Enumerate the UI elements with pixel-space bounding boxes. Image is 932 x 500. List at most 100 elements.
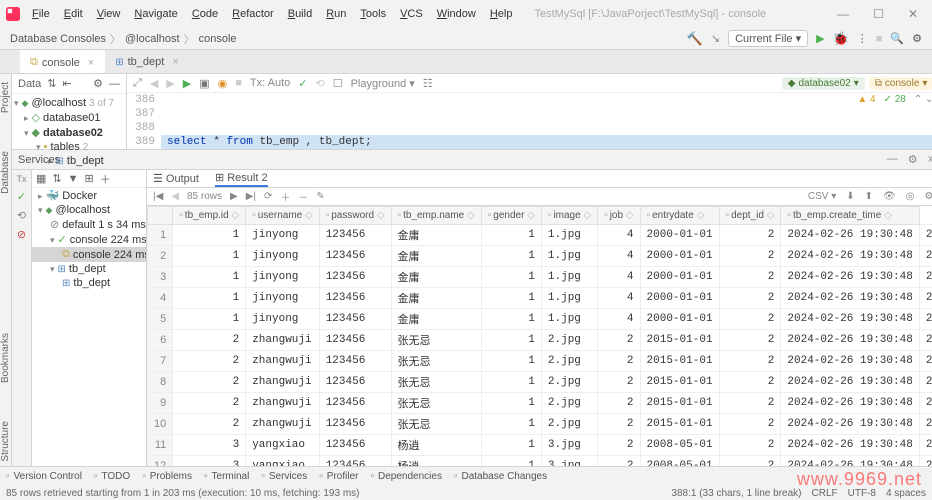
- table-row[interactable]: 82zhangwuji123456张无忌12.jpg22015-01-01220…: [148, 372, 932, 393]
- breadcrumb[interactable]: Database Consoles: [10, 33, 106, 45]
- status-indicator[interactable]: 388:1 (33 chars, 1 line break): [671, 488, 801, 499]
- column-header[interactable]: ▫image ◇: [541, 207, 597, 225]
- settings-icon[interactable]: ⚙: [912, 32, 922, 45]
- search-icon[interactable]: 🔍: [890, 32, 904, 45]
- column-header[interactable]: ▫tb_emp.id ◇: [173, 207, 246, 225]
- table-row[interactable]: 51jinyong123456金庸11.jpg42000-01-0122024-…: [148, 309, 932, 330]
- column-header[interactable]: ▫username ◇: [246, 207, 320, 225]
- tab-tb-dept[interactable]: tb_dept ×: [105, 50, 190, 73]
- menu-edit[interactable]: Edit: [58, 5, 89, 23]
- settings-icon[interactable]: ☷: [423, 77, 433, 90]
- first-page-icon[interactable]: |◀: [153, 191, 163, 202]
- tx-mode[interactable]: Tx: Auto: [250, 77, 290, 89]
- collapse-all-icon[interactable]: ⇅: [52, 172, 61, 185]
- collapse-icon[interactable]: ⇤: [62, 77, 71, 90]
- group-icon[interactable]: ⊞: [85, 172, 94, 185]
- next-page-icon[interactable]: ▶: [230, 191, 238, 202]
- export-format[interactable]: CSV ▾: [808, 191, 836, 202]
- toolwindow-version-control[interactable]: ▫ Version Control: [6, 471, 82, 482]
- pin-icon[interactable]: ◎: [906, 191, 915, 202]
- settings-icon[interactable]: ⚙: [924, 191, 932, 202]
- table-row[interactable]: 113yangxiao123456杨逍13.jpg22008-05-012202…: [148, 435, 932, 456]
- column-header[interactable]: ▫gender ◇: [481, 207, 541, 225]
- run-config-dropdown[interactable]: Current File ▾: [728, 30, 808, 47]
- editor-content[interactable]: select * from tb_emp , tb_dept;: [161, 93, 932, 149]
- last-page-icon[interactable]: ▶|: [246, 191, 256, 202]
- prev-icon[interactable]: ◀: [150, 77, 158, 90]
- gear-icon[interactable]: ⚙: [93, 77, 103, 90]
- menu-window[interactable]: Window: [431, 5, 482, 23]
- table-row[interactable]: 62zhangwuji123456张无忌12.jpg22015-01-01220…: [148, 330, 932, 351]
- maximize-button[interactable]: ☐: [865, 3, 892, 25]
- menu-run[interactable]: Run: [320, 5, 352, 23]
- next-icon[interactable]: ▶: [166, 77, 174, 90]
- menu-view[interactable]: View: [91, 5, 127, 23]
- toolwindow-database-changes[interactable]: ▫ Database Changes: [454, 471, 547, 482]
- filter-icon[interactable]: ▼: [68, 173, 79, 185]
- status-indicator[interactable]: CRLF: [812, 488, 838, 499]
- prev-page-icon[interactable]: ◀: [171, 191, 179, 202]
- execute-script-button[interactable]: ▣: [199, 77, 209, 90]
- stop-button[interactable]: ■: [876, 33, 883, 45]
- add-row-icon[interactable]: ＋: [280, 189, 290, 204]
- toolwindow-problems[interactable]: ▫ Problems: [142, 471, 192, 482]
- table-row[interactable]: 21jinyong123456金庸11.jpg42000-01-0122024-…: [148, 246, 932, 267]
- table-row[interactable]: 102zhangwuji123456张无忌12.jpg22015-01-0122…: [148, 414, 932, 435]
- more-icon[interactable]: ⋮: [857, 32, 868, 45]
- result-tab[interactable]: ⊞ Result 2: [215, 171, 268, 187]
- breadcrumb[interactable]: @localhost: [125, 33, 180, 45]
- toolwindow-terminal[interactable]: ▫ Terminal: [204, 471, 249, 482]
- delete-row-icon[interactable]: －: [298, 189, 308, 204]
- explain-plan-button[interactable]: ◉: [218, 77, 228, 90]
- rollback-icon[interactable]: ⟲: [17, 209, 26, 222]
- run-button[interactable]: ▶: [816, 32, 824, 45]
- result-grid[interactable]: ▫tb_emp.id ◇▫username ◇▫password ◇▫tb_em…: [147, 206, 932, 466]
- status-indicator[interactable]: 4 spaces: [886, 488, 926, 499]
- add-icon[interactable]: ＋: [100, 171, 111, 187]
- toolwindow-profiler[interactable]: ▫ Profiler: [319, 471, 358, 482]
- edit-icon[interactable]: ✎: [316, 191, 324, 202]
- column-header[interactable]: ▫entrydate ◇: [640, 207, 719, 225]
- debug-button[interactable]: 🐞: [833, 31, 849, 47]
- download-icon[interactable]: ⬇: [846, 191, 854, 202]
- toolwindow-services[interactable]: ▫ Services: [261, 471, 307, 482]
- column-header[interactable]: ▫password ◇: [319, 207, 391, 225]
- expand-all-icon[interactable]: ▦: [36, 172, 46, 185]
- commit-icon[interactable]: ✓: [17, 190, 26, 203]
- gear-icon[interactable]: ⚙: [908, 153, 918, 166]
- toolwindow-todo[interactable]: ▫ TODO: [94, 471, 130, 482]
- breadcrumb[interactable]: console: [199, 33, 237, 45]
- menu-code[interactable]: Code: [186, 5, 224, 23]
- table-row[interactable]: 31jinyong123456金庸11.jpg42000-01-0122024-…: [148, 267, 932, 288]
- table-row[interactable]: 72zhangwuji123456张无忌12.jpg22015-01-01220…: [148, 351, 932, 372]
- menu-help[interactable]: Help: [484, 5, 519, 23]
- rollback-icon[interactable]: ⟲: [315, 77, 324, 90]
- column-header[interactable]: ▫job ◇: [598, 207, 640, 225]
- hide-icon[interactable]: ―: [887, 153, 898, 166]
- table-row[interactable]: 11jinyong123456金庸11.jpg42000-01-0122024-…: [148, 225, 932, 246]
- menu-vcs[interactable]: VCS: [394, 5, 429, 23]
- editor-inspection-status[interactable]: ▲ 4 ✓ 28 ⌃ ⌄: [857, 94, 932, 105]
- sidebar-tab-structure[interactable]: Structure: [0, 417, 11, 466]
- console-chip[interactable]: ⧉ console ▾: [869, 77, 932, 90]
- view-icon[interactable]: 👁: [883, 191, 896, 202]
- column-header[interactable]: ▫tb_emp.create_time ◇: [781, 207, 919, 225]
- toolwindow-dependencies[interactable]: ▫ Dependencies: [370, 471, 441, 482]
- status-indicator[interactable]: UTF-8: [848, 488, 876, 499]
- tab-console[interactable]: ⧉console ×: [20, 50, 105, 73]
- table-row[interactable]: 123yangxiao123456杨逍13.jpg22008-05-012202…: [148, 456, 932, 467]
- build-icon[interactable]: 🔨: [687, 31, 703, 47]
- table-row[interactable]: 41jinyong123456金庸11.jpg42000-01-0122024-…: [148, 288, 932, 309]
- playground-dropdown[interactable]: Playground ▾: [351, 77, 415, 90]
- menu-refactor[interactable]: Refactor: [226, 5, 280, 23]
- cancel-icon[interactable]: ⊘: [17, 228, 26, 241]
- close-button[interactable]: ✕: [900, 3, 926, 25]
- output-tab[interactable]: ☰ Output: [153, 172, 199, 185]
- menu-file[interactable]: File: [26, 5, 56, 23]
- db-chip[interactable]: ◆ database02 ▾: [782, 77, 865, 90]
- services-tree[interactable]: ▦ ⇅ ▼ ⊞ ＋ 🐳 Docker @localhost ⊘ default …: [32, 170, 146, 466]
- close-icon[interactable]: ☓: [928, 153, 932, 166]
- column-header[interactable]: ▫tb_emp.name ◇: [391, 207, 481, 225]
- minimize-button[interactable]: ―: [829, 3, 857, 25]
- sidebar-tab-bookmarks[interactable]: Bookmarks: [0, 329, 11, 387]
